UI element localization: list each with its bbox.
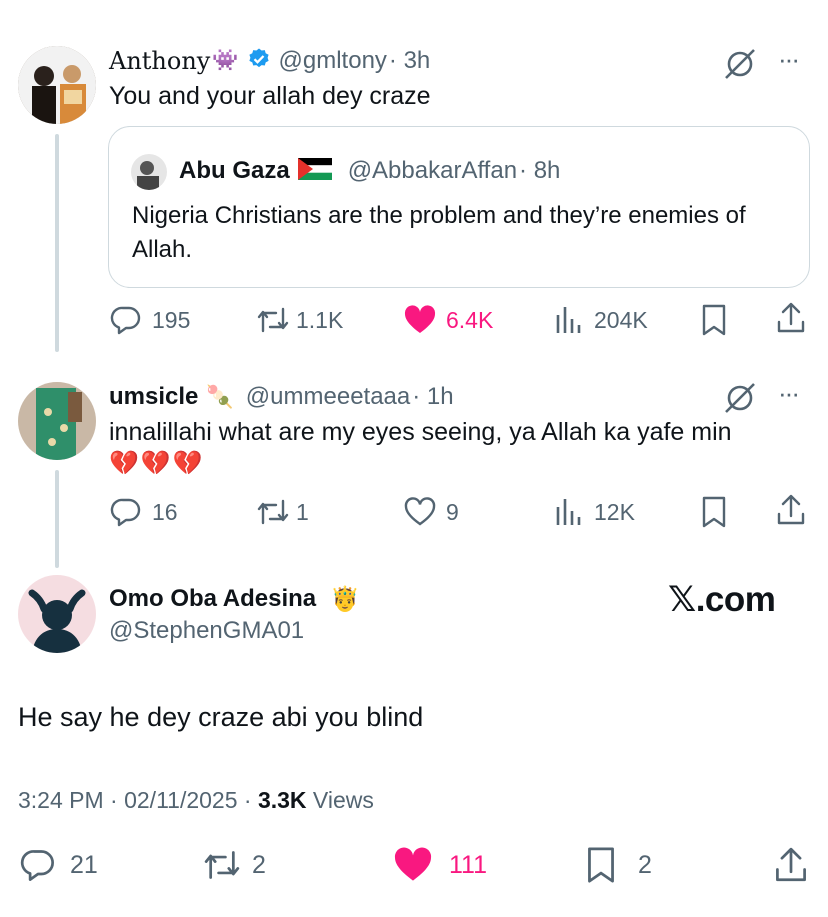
repost-count: 1 <box>296 498 309 525</box>
tweet2-header: umsicle 🍡 @ummeeetaaa · 1h <box>109 382 454 412</box>
bookmark-button[interactable]: 2 <box>586 846 652 884</box>
share-icon <box>777 302 805 333</box>
timestamp[interactable]: · 3h <box>389 47 430 75</box>
like-button[interactable]: 9 <box>404 494 459 530</box>
bookmark-button[interactable] <box>701 304 727 341</box>
views-button[interactable]: 204K <box>554 302 648 338</box>
x-com-brand: 𝕏.com <box>668 580 776 619</box>
reply-count: 195 <box>152 306 191 333</box>
more-options-icon[interactable]: ··· <box>778 378 800 409</box>
repost-icon <box>257 307 289 333</box>
share-button[interactable] <box>774 846 808 889</box>
repost-count: 1.1K <box>296 306 344 333</box>
like-button[interactable]: 6.4K <box>404 302 493 338</box>
like-count: 111 <box>449 850 488 879</box>
display-name[interactable]: Omo Oba Adesina <box>109 585 316 613</box>
like-button[interactable]: 111 <box>393 846 487 884</box>
emoji-line: 💔💔💔 <box>109 450 205 477</box>
repost-button[interactable]: 2 <box>202 846 266 884</box>
like-count: 6.4K <box>446 306 494 333</box>
quote-timestamp: · 8h <box>519 157 561 184</box>
reply-icon <box>110 498 141 527</box>
name-emoji: 👾 <box>212 49 239 72</box>
display-name[interactable]: umsicle <box>109 383 198 411</box>
bookmark-count: 2 <box>638 850 652 879</box>
name-emoji: 🤴 <box>330 585 361 613</box>
repost-button[interactable]: 1.1K <box>256 302 343 338</box>
thread-line-2 <box>55 470 59 568</box>
views-icon <box>556 499 581 525</box>
avatar-image <box>18 575 96 653</box>
repost-count: 2 <box>252 850 266 879</box>
reply-count: 21 <box>70 850 98 879</box>
verified-badge-icon <box>247 47 271 76</box>
bookmark-icon <box>702 304 726 336</box>
timestamp[interactable]: · 1h <box>412 383 453 411</box>
quote-avatar <box>131 154 167 190</box>
views-button[interactable]: 12K <box>554 494 635 530</box>
thread-line-1 <box>55 134 59 352</box>
reply-button[interactable]: 195 <box>110 302 190 338</box>
repost-icon <box>257 499 289 525</box>
views-count: 12K <box>594 498 635 525</box>
avatar-anthony[interactable] <box>18 46 96 124</box>
handle[interactable]: @StephenGMA01 <box>109 617 304 645</box>
quote-header: Abu Gaza @AbbakarAffan · 8h <box>179 156 560 186</box>
reply-icon <box>110 306 141 335</box>
reply-button[interactable]: 21 <box>20 846 98 884</box>
share-icon <box>776 847 806 882</box>
views-count: 204K <box>594 306 648 333</box>
share-button[interactable] <box>776 302 806 339</box>
heart-outline-icon <box>404 497 436 526</box>
more-options-icon[interactable]: ··· <box>778 44 800 75</box>
tweet-text: innalillahi what are my eyes seeing, ya … <box>109 418 732 446</box>
heart-filled-icon <box>404 305 436 333</box>
handle[interactable]: @gmltony <box>279 47 387 75</box>
avatar-umsicle[interactable] <box>18 382 96 460</box>
reply-icon <box>20 850 54 881</box>
reply-button[interactable]: 16 <box>110 494 178 530</box>
grok-icon[interactable] <box>722 380 758 421</box>
avatar-image <box>18 382 96 460</box>
views-label: Views <box>306 787 374 813</box>
heart-filled-icon <box>394 847 432 881</box>
views-count: 3.3K <box>257 787 307 813</box>
share-button[interactable] <box>776 494 806 531</box>
main-tweet-text: He say he dey craze abi you blind <box>18 702 424 732</box>
quote-display-name: Abu Gaza <box>179 157 290 184</box>
avatar-omo-oba-adesina[interactable] <box>18 575 96 653</box>
like-count: 9 <box>446 498 459 525</box>
bookmark-button[interactable] <box>701 496 727 533</box>
main-header: Omo Oba Adesina 🤴 <box>109 584 360 614</box>
quoted-tweet[interactable]: Abu Gaza @AbbakarAffan · 8h Nigeria Chri… <box>108 126 810 288</box>
tweet-text: You and your allah dey craze <box>109 82 431 110</box>
bookmark-icon <box>702 496 726 528</box>
quote-text: Nigeria Christians are the problem and t… <box>132 202 746 263</box>
repost-button[interactable]: 1 <box>256 494 309 530</box>
share-icon <box>777 494 805 525</box>
tweet1-header: Anthony 👾 @gmltony · 3h <box>109 46 430 76</box>
reply-count: 16 <box>152 498 178 525</box>
repost-icon <box>204 851 240 879</box>
views-icon <box>556 307 581 333</box>
bookmark-icon <box>588 847 614 883</box>
name-emoji: 🍡 <box>206 384 234 409</box>
palestine-flag-icon <box>297 157 332 185</box>
handle[interactable]: @ummeeetaaa <box>246 383 410 411</box>
tweet-meta: 3:24 PM · 02/11/2025 · 3.3K Views <box>18 787 374 814</box>
quote-handle: @AbbakarAffan <box>347 157 518 184</box>
display-name[interactable]: Anthony <box>109 47 210 75</box>
post-timestamp[interactable]: 3:24 PM · 02/11/2025 · <box>18 787 258 813</box>
avatar-image <box>18 46 96 124</box>
